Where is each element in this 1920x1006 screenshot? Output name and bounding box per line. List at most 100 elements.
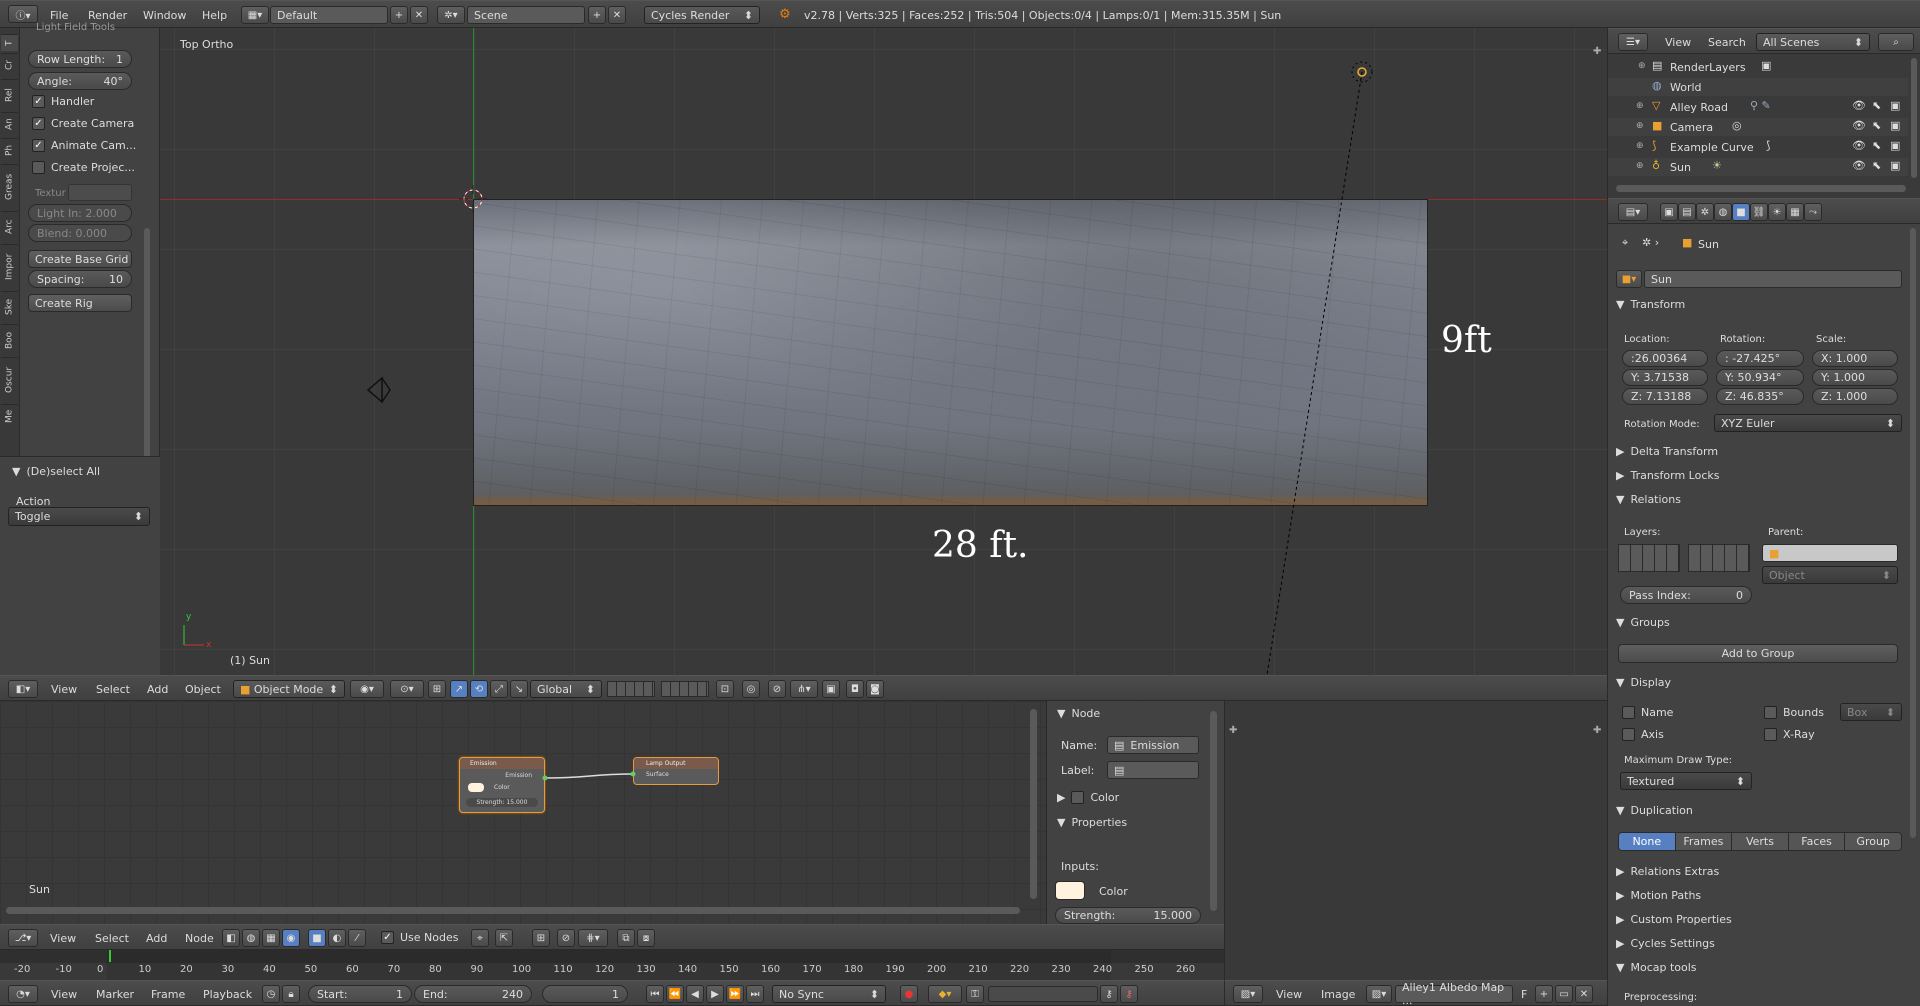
add-scene-icon[interactable]: +	[588, 6, 606, 24]
expand-icon[interactable]: ⊕	[1638, 61, 1646, 71]
max-draw-type-select[interactable]: Textured ⬍	[1620, 772, 1752, 790]
pin-icon[interactable]: ⌖	[1622, 236, 1628, 250]
outliner-display-select[interactable]: All Scenes ⬍	[1756, 33, 1870, 51]
texture-field[interactable]	[68, 184, 132, 201]
object-datablock-icon[interactable]: ■▾	[1616, 270, 1642, 288]
scale-manipulator-icon[interactable]: ⤢	[490, 680, 508, 698]
dup-tab-faces[interactable]: Faces	[1787, 833, 1845, 850]
render-layers-tab-icon[interactable]: ▤	[1678, 203, 1696, 221]
visibility-eye-icon[interactable]: 👁︎	[1852, 159, 1866, 172]
menu-view[interactable]: View	[51, 683, 77, 696]
start-frame-field[interactable]: Start: 1	[308, 985, 412, 1003]
node-menu-node[interactable]: Node	[185, 932, 214, 945]
rotation-mode-select[interactable]: XYZ Euler ⬍	[1714, 414, 1902, 432]
snap-icon[interactable]: ⊘	[768, 680, 786, 698]
jump-keyframe-back-icon[interactable]: ⏪	[666, 985, 684, 1003]
current-frame-marker[interactable]	[109, 950, 111, 962]
transform-orientation-select[interactable]: Global ⬍	[530, 680, 602, 698]
pass-index-field[interactable]: Pass Index: 0	[1620, 586, 1752, 604]
mocap-tools-panel-header[interactable]: ▼ Mocap tools	[1616, 961, 1697, 974]
open-image-icon[interactable]: ▭	[1555, 985, 1573, 1003]
rotation-y-field[interactable]: Y: 50.934°	[1716, 369, 1804, 386]
dup-tab-group[interactable]: Group	[1844, 833, 1901, 850]
node-color-checkbox[interactable]	[1071, 791, 1085, 804]
node-sidebar-scrollbar[interactable]	[1210, 711, 1217, 911]
outliner-item-camera[interactable]: ⊕ ■ Camera ◎ 👁︎ ⬉ ▣	[1608, 118, 1908, 136]
rotation-x-field[interactable]: : -27.425°	[1716, 350, 1804, 367]
scale-z-field[interactable]: Z: 1.000	[1812, 388, 1898, 405]
record-icon[interactable]: ●	[900, 985, 918, 1003]
object-layers-grid-2[interactable]	[1688, 544, 1750, 572]
action-select[interactable]: Toggle ⬍	[8, 507, 150, 526]
node-color-swatch[interactable]	[1055, 881, 1085, 900]
image-name-field[interactable]: Alley1 Albedo Map ...	[1395, 981, 1513, 1006]
pivot-point-icon[interactable]: ⊙▾	[390, 680, 424, 698]
keying-set-field[interactable]	[988, 986, 1098, 1002]
play-reverse-icon[interactable]: ◀	[686, 985, 704, 1003]
renderable-camera-icon[interactable]: ▣	[1890, 139, 1900, 152]
tool-shelf-scrollbar[interactable]	[144, 228, 150, 478]
custom-properties-panel-header[interactable]: ▶ Custom Properties	[1616, 913, 1732, 926]
row-length-field[interactable]: Row Length: 1	[28, 50, 132, 68]
screen-layout-field[interactable]: Default	[270, 6, 388, 24]
duplication-panel-header[interactable]: ▼ Duplication	[1616, 804, 1693, 817]
scale-handle-icon[interactable]: ↘	[510, 680, 528, 698]
selectable-cursor-icon[interactable]: ⬉	[1872, 119, 1881, 132]
snap-element-icon[interactable]: ⋔▾	[790, 680, 818, 698]
opengl-render-icon[interactable]: ▣	[822, 680, 840, 698]
remove-scene-icon[interactable]: ✕	[608, 6, 626, 24]
display-panel-header[interactable]: ▼ Display	[1616, 676, 1671, 689]
end-frame-field[interactable]: End: 240	[414, 985, 532, 1003]
keying-set-icon[interactable]: ◆▾	[928, 985, 962, 1003]
world-tab-icon[interactable]: ◍	[1714, 203, 1732, 221]
outliner-item-alley-road[interactable]: ⊕ ▽ Alley Road ⚲ ✎ 👁︎ ⬉ ▣	[1608, 98, 1908, 116]
texture-tab-icon[interactable]: ▦	[1786, 203, 1804, 221]
create-base-grid-button[interactable]: Create Base Grid	[28, 250, 132, 268]
toolshelf-tab[interactable]: Greas	[1, 164, 18, 209]
toolshelf-tab[interactable]: Rel	[1, 79, 18, 110]
area-split-icon-right[interactable]: ✚	[1593, 725, 1601, 736]
shader-world-icon[interactable]: ◐	[328, 929, 346, 947]
copy-nodes-icon[interactable]: ⧉	[617, 929, 635, 947]
key-insert-icon[interactable]: ⚷	[1100, 985, 1118, 1003]
translate-manipulator-icon[interactable]: ↗	[450, 680, 468, 698]
paste-nodes-icon[interactable]: ⧇	[637, 929, 655, 947]
scale-y-field[interactable]: Y: 1.000	[1812, 369, 1898, 386]
remove-layout-icon[interactable]: ✕	[410, 6, 428, 24]
layers-group-2[interactable]	[661, 681, 709, 697]
unlink-image-icon[interactable]: ✕	[1575, 985, 1593, 1003]
jump-start-icon[interactable]: ⏮	[646, 985, 664, 1003]
light-in-field[interactable]: Light In: 2.000	[28, 204, 132, 222]
bounds-type-select[interactable]: Box ⬍	[1840, 703, 1902, 721]
add-layout-icon[interactable]: +	[390, 6, 408, 24]
toolshelf-tab[interactable]: Impor	[1, 244, 18, 289]
renderable-camera-icon[interactable]: ▣	[1890, 99, 1900, 112]
insert-keyframe-icon[interactable]: ⚿	[966, 985, 984, 1003]
fake-user-button[interactable]: F	[1521, 988, 1527, 1001]
expand-icon[interactable]: ⊕	[1636, 141, 1644, 151]
play-icon[interactable]: ▶	[706, 985, 724, 1003]
location-x-field[interactable]: :26.00364	[1622, 350, 1708, 367]
editor-type-node-icon[interactable]: ⎇▾	[8, 929, 38, 947]
viewport-3d[interactable]: Top Ortho 9ft 28 ft. y x (1) Sun ✚	[160, 28, 1607, 675]
editor-type-properties-icon[interactable]: ▤▾	[1618, 203, 1648, 221]
shader-type-compositing-icon[interactable]: ◉	[282, 929, 300, 947]
object-name-field[interactable]: Sun	[1644, 270, 1902, 288]
current-frame-field[interactable]: 1	[542, 985, 628, 1003]
location-y-field[interactable]: Y: 3.71538	[1622, 369, 1708, 386]
angle-field[interactable]: Angle: 40°	[28, 72, 132, 90]
node-snap-toggle-icon[interactable]: ⊘	[557, 929, 575, 947]
node-editor-vscroll[interactable]	[1030, 709, 1037, 899]
create-camera-toggle[interactable]: ✓ Create Camera	[32, 117, 134, 130]
node-strength-field[interactable]: Strength: 15.000	[1055, 907, 1201, 924]
shader-type-texture-icon[interactable]: ▦	[262, 929, 280, 947]
render-engine-select[interactable]: Cycles Render ⬍	[644, 6, 760, 24]
blend-field[interactable]: Blend: 0.000	[28, 224, 132, 242]
dup-tab-none[interactable]: None	[1619, 833, 1675, 850]
scene-icon[interactable]: ✲▾	[437, 6, 465, 24]
display-bounds-toggle[interactable]: Bounds	[1764, 706, 1824, 719]
object-data-tab-icon[interactable]: ☀	[1768, 203, 1786, 221]
object-layers-grid-1[interactable]	[1618, 544, 1680, 572]
render-tab-icon[interactable]: ▣	[1660, 203, 1678, 221]
rotate-manipulator-icon[interactable]: ⟲	[470, 680, 488, 698]
